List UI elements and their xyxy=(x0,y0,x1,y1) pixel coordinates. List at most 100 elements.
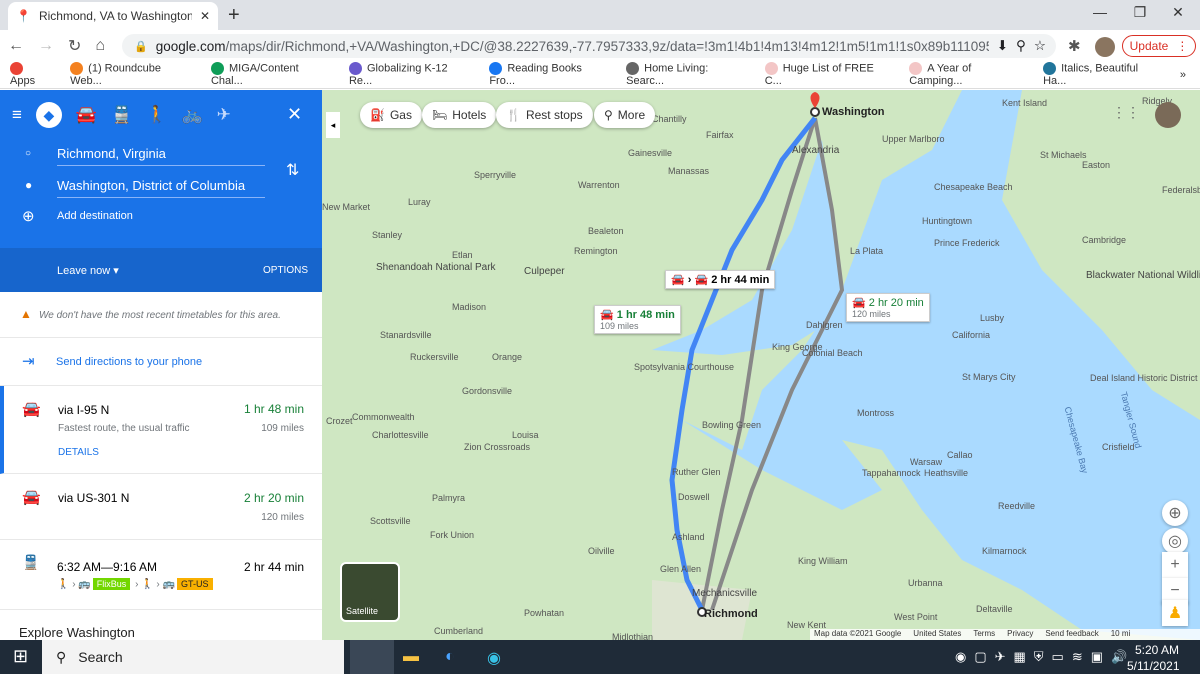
extensions-icon[interactable]: ✱ xyxy=(1068,37,1081,55)
details-link[interactable]: DETAILS xyxy=(58,447,99,458)
close-directions-icon[interactable]: ✕ xyxy=(287,104,302,125)
map-place-label[interactable]: Tappahannock xyxy=(862,468,921,478)
map-place-label[interactable]: California xyxy=(952,330,990,340)
map-place-label[interactable]: Ruckersville xyxy=(410,352,459,362)
app-icon[interactable]: ◐ xyxy=(445,648,455,666)
map-place-label[interactable]: Midlothian xyxy=(612,632,653,640)
map-canvas[interactable]: Washington Alexandria Chantilly Fairfax Mana… xyxy=(322,90,1200,640)
map-place-label[interactable]: St Marys City xyxy=(962,372,1016,382)
map-place-label[interactable]: Culpeper xyxy=(524,266,565,277)
zoom-in-button[interactable]: + xyxy=(1162,552,1188,578)
map-place-label[interactable]: Warrenton xyxy=(578,180,620,190)
map-place-label[interactable]: Urbanna xyxy=(908,578,943,588)
map-place-label[interactable]: Bealeton xyxy=(588,226,624,236)
taskbar-search[interactable]: ⚲ Search xyxy=(42,640,344,674)
bookmark-item[interactable]: Reading Books Fro... xyxy=(489,62,608,87)
bookmark-item[interactable]: Huge List of FREE C... xyxy=(764,62,892,87)
map-place-label[interactable]: Gainesville xyxy=(628,148,672,158)
star-icon[interactable]: ☆ xyxy=(1034,38,1046,54)
map-place-label[interactable]: Ruther Glen xyxy=(672,467,721,477)
map-place-label[interactable]: Federalsburg xyxy=(1162,185,1200,195)
bookmark-item[interactable]: Italics, Beautiful Ha... xyxy=(1043,62,1162,87)
bookmark-item[interactable]: (1) Roundcube Web... xyxy=(70,62,193,87)
map-place-label[interactable]: Doswell xyxy=(678,492,710,502)
map-place-label[interactable]: Bowling Green xyxy=(702,420,761,430)
forward-icon[interactable]: → xyxy=(38,37,54,55)
origin-input[interactable]: Richmond, Virginia xyxy=(57,146,265,166)
footer-link[interactable]: Privacy xyxy=(1007,629,1033,640)
map-place-label[interactable]: Shenandoah National Park xyxy=(376,262,496,273)
transit-option[interactable]: 🚆 6:32 AM—9:16 AM 2 hr 44 min 🚶 › 🚌 FlixB… xyxy=(0,540,322,610)
map-place-label[interactable]: Spotsylvania Courthouse xyxy=(634,362,734,372)
profile-avatar[interactable] xyxy=(1095,37,1115,57)
map-place-label[interactable]: Etlan xyxy=(452,250,473,260)
swap-icon[interactable]: ⇅ xyxy=(286,160,299,180)
home-icon[interactable]: ⌂ xyxy=(95,37,105,55)
footer-link[interactable]: Terms xyxy=(973,629,995,640)
map-place-label[interactable]: Remington xyxy=(574,246,618,256)
map-place-label[interactable]: New Market xyxy=(322,202,370,212)
map-place-label[interactable]: Dahlgren xyxy=(806,320,843,330)
account-avatar[interactable] xyxy=(1155,102,1181,128)
map-place-label[interactable]: Gordonsville xyxy=(462,386,512,396)
map-place-label[interactable]: Powhatan xyxy=(524,608,564,618)
minimize-button[interactable]: — xyxy=(1085,4,1115,20)
zoom-icon[interactable]: ⚲ xyxy=(1016,38,1026,54)
map-place-label[interactable]: Fairfax xyxy=(706,130,734,140)
map-place-label[interactable]: Fork Union xyxy=(430,530,474,540)
install-icon[interactable]: ⬇ xyxy=(997,38,1008,54)
chrome-taskbar-icon[interactable] xyxy=(350,640,394,674)
chip-rest-stops[interactable]: 🍴 Rest stops xyxy=(496,102,593,128)
map-place-label[interactable]: Luray xyxy=(408,197,431,207)
map-place-label[interactable]: Glen Allen xyxy=(660,564,701,574)
map-place-label[interactable]: Montross xyxy=(857,408,894,418)
map-place-label[interactable]: Chantilly xyxy=(652,114,687,124)
map-place-label[interactable]: Louisa xyxy=(512,430,539,440)
bookmark-item[interactable]: A Year of Camping... xyxy=(909,62,1025,87)
my-location-button[interactable]: ◎ xyxy=(1162,528,1188,554)
options-button[interactable]: OPTIONS xyxy=(263,265,308,276)
map-place-label[interactable]: West Point xyxy=(894,612,937,622)
back-icon[interactable]: ← xyxy=(8,37,24,55)
map-place-label[interactable]: Kent Island xyxy=(1002,98,1047,108)
map-place-label[interactable]: Madison xyxy=(452,302,486,312)
map-place-label[interactable]: Ashland xyxy=(672,532,705,542)
bookmark-item[interactable]: Apps xyxy=(10,62,52,87)
address-bar[interactable]: 🔒 google.com/maps/dir/Richmond,+VA/Washi… xyxy=(122,34,1056,58)
chip-gas[interactable]: ⛽ Gas xyxy=(360,102,422,128)
map-place-label[interactable]: King William xyxy=(798,556,848,566)
bookmark-item[interactable]: Home Living: Searc... xyxy=(626,62,747,87)
map-place-label[interactable]: Kilmarnock xyxy=(982,546,1027,556)
route-option-2[interactable]: 🚘 via US-301 N 2 hr 20 min 120 miles xyxy=(0,474,322,540)
route-box-i95[interactable]: 🚘 1 hr 48 min 109 miles xyxy=(594,305,681,334)
map-place-label[interactable]: Oilville xyxy=(588,546,615,556)
best-mode-icon[interactable]: ◆ xyxy=(35,102,62,128)
map-place-label[interactable]: Heathsville xyxy=(924,468,968,478)
map-place-label[interactable]: Mechanicsville xyxy=(692,588,757,599)
map-place-label[interactable]: Crisfield xyxy=(1102,442,1135,452)
windows-start-icon[interactable]: ⊞ xyxy=(13,646,28,667)
map-place-label[interactable]: Stanardsville xyxy=(380,330,432,340)
chip-more[interactable]: ⚲ More xyxy=(594,102,656,128)
map-place-label[interactable]: Scottsville xyxy=(370,516,411,526)
map-place-label[interactable]: Blackwater National Wildlife Refuge xyxy=(1086,270,1200,281)
layers-button[interactable]: ⊕ xyxy=(1162,500,1188,526)
map-place-label[interactable]: Orange xyxy=(492,352,522,362)
map-place-label[interactable]: Colonial Beach xyxy=(802,348,863,358)
file-explorer-icon[interactable]: ▬ xyxy=(403,648,419,666)
bike-icon[interactable]: 🚲 xyxy=(181,105,202,125)
map-place-label[interactable]: Manassas xyxy=(668,166,709,176)
close-tab-icon[interactable]: ✕ xyxy=(200,9,210,23)
apps-grid-icon[interactable]: ⋮⋮ xyxy=(1112,104,1140,121)
map-place-label[interactable]: Zion Crossroads xyxy=(464,442,530,452)
browser-tab[interactable]: 📍 Richmond, VA to Washington, DC ✕ xyxy=(8,2,218,30)
map-place-label[interactable]: Charlottesville xyxy=(372,430,429,440)
edge-icon[interactable]: ◉ xyxy=(487,648,501,668)
map-place-label[interactable]: Alexandria xyxy=(792,145,839,156)
route-box-transit[interactable]: 🚘 › 🚘 2 hr 44 min xyxy=(665,270,776,289)
map-place-label[interactable]: Lusby xyxy=(980,313,1004,323)
map-place-label[interactable]: Stanley xyxy=(372,230,402,240)
map-place-label[interactable]: Sperryville xyxy=(474,170,516,180)
restore-button[interactable]: ❐ xyxy=(1125,4,1155,21)
route-option-1[interactable]: 🚘 via I-95 N 1 hr 48 min Fastest route, … xyxy=(0,386,322,474)
